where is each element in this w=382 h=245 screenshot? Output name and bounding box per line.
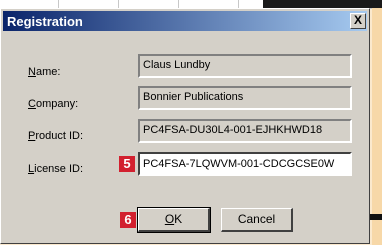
background-dark-block: [263, 0, 382, 8]
close-icon: X: [353, 13, 362, 27]
registration-dialog: Registration X Name: Claus Lundby Compan…: [0, 8, 370, 244]
company-field[interactable]: Bonnier Publications: [138, 86, 352, 110]
background-grid-line: [178, 0, 179, 8]
product-id-field[interactable]: PC4FSA-DU30L4-001-EJHKHWD18: [138, 119, 352, 143]
step-marker-ok: 6: [120, 212, 136, 228]
company-label: Company:: [28, 98, 79, 110]
background-grid-line: [238, 0, 239, 8]
name-field[interactable]: Claus Lundby: [138, 54, 352, 78]
step-marker-license: 5: [119, 156, 135, 172]
license-id-input[interactable]: PC4FSA-7LQWVM-001-CDCGCSE0W: [138, 152, 352, 176]
background-grid-line: [118, 0, 119, 8]
close-button[interactable]: X: [350, 13, 366, 29]
cancel-button[interactable]: Cancel: [221, 208, 293, 232]
ok-button[interactable]: OK: [137, 207, 211, 233]
dialog-titlebar[interactable]: Registration X: [3, 11, 367, 31]
background-panel: [372, 8, 382, 245]
product-id-label: Product ID:: [28, 130, 84, 142]
dialog-title: Registration: [7, 13, 83, 29]
license-id-label: License ID:: [28, 163, 84, 175]
background-grid-line: [58, 0, 59, 8]
name-label: Name:: [28, 66, 61, 78]
